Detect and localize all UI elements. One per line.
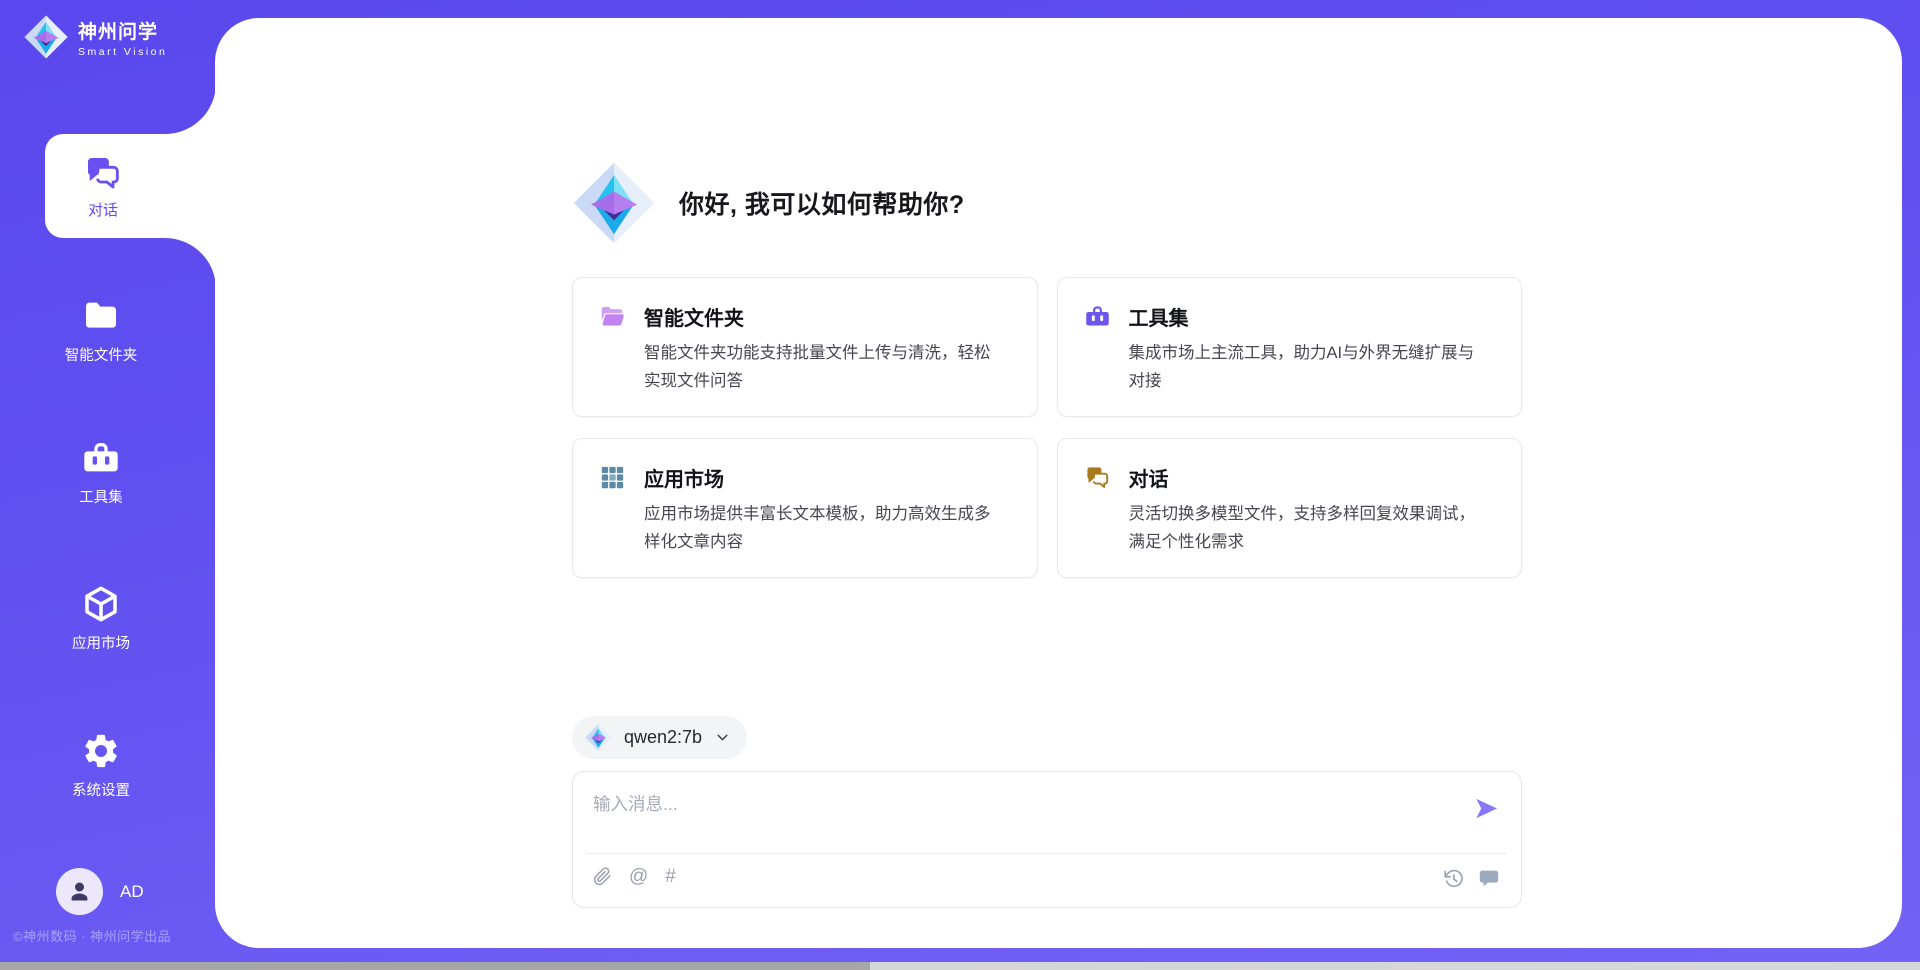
feature-cards: 智能文件夹 智能文件夹功能支持批量文件上传与清洗，轻松实现文件问答 工具集 集成…	[572, 277, 1522, 578]
card-smart-folder[interactable]: 智能文件夹 智能文件夹功能支持批量文件上传与清洗，轻松实现文件问答	[572, 277, 1038, 417]
message-input[interactable]	[593, 789, 1433, 819]
sidebar-item-label: 对话	[88, 199, 118, 220]
message-composer: @ #	[572, 771, 1522, 908]
folder-icon	[81, 296, 121, 336]
toolbox-icon	[81, 438, 121, 478]
avatar	[56, 868, 103, 915]
chevron-down-icon	[714, 729, 731, 746]
model-name: qwen2:7b	[624, 727, 702, 748]
chat-icon	[1084, 464, 1111, 491]
card-title: 智能文件夹	[644, 302, 744, 331]
card-title: 应用市场	[644, 463, 724, 492]
card-description: 智能文件夹功能支持批量文件上传与清洗，轻松实现文件问答	[644, 339, 1002, 396]
greeting-title: 你好, 我可以如何帮助你?	[679, 185, 965, 221]
card-description: 灵活切换多模型文件，支持多样回复效果调试，满足个性化需求	[1129, 500, 1487, 557]
sidebar-item-chat[interactable]: 对话	[45, 134, 161, 238]
composer-right-tools	[1443, 867, 1500, 889]
user-account[interactable]: AD	[56, 868, 144, 915]
app-grid-icon	[599, 464, 626, 491]
app-root: { "brand": { "name": "神州问学", "subtitle":…	[0, 0, 1920, 970]
greeting: 你好, 我可以如何帮助你?	[573, 162, 965, 244]
horizontal-scrollbar[interactable]	[0, 962, 1920, 970]
brand-logo-icon	[24, 15, 68, 59]
model-logo-icon	[585, 724, 612, 751]
toolbox-icon	[1084, 303, 1111, 330]
card-title: 对话	[1129, 463, 1169, 492]
gear-icon	[81, 731, 121, 771]
model-selector[interactable]: qwen2:7b	[572, 716, 747, 759]
card-description: 应用市场提供丰富长文本模板，助力高效生成多样化文章内容	[644, 500, 1002, 557]
copyright-text: ©神州数码 · 神州问学出品	[13, 926, 171, 945]
brand-name: 神州问学	[78, 17, 167, 44]
card-toolset[interactable]: 工具集 集成市场上主流工具，助力AI与外界无缝扩展与对接	[1057, 277, 1523, 417]
send-icon[interactable]	[1473, 795, 1500, 822]
card-description: 集成市场上主流工具，助力AI与外界无缝扩展与对接	[1129, 339, 1487, 396]
message-icon[interactable]	[1478, 867, 1500, 889]
hashtag-icon[interactable]: #	[665, 867, 676, 886]
card-title: 工具集	[1129, 302, 1189, 331]
card-chat[interactable]: 对话 灵活切换多模型文件，支持多样回复效果调试，满足个性化需求	[1057, 438, 1523, 578]
assistant-logo-icon	[573, 162, 655, 244]
sidebar-item-smart-folder[interactable]: 智能文件夹	[37, 296, 165, 365]
folder-open-icon	[599, 303, 626, 330]
attachment-icon[interactable]	[593, 867, 612, 886]
sidebar-item-label: 智能文件夹	[65, 344, 138, 365]
history-icon[interactable]	[1443, 868, 1464, 889]
brand: 神州问学 Smart Vision	[24, 15, 167, 59]
composer-tools: @ #	[593, 867, 676, 886]
user-initials: AD	[120, 882, 144, 902]
sidebar-item-app-market[interactable]: 应用市场	[37, 584, 165, 653]
scrollbar-thumb[interactable]	[0, 962, 870, 970]
sidebar-item-settings[interactable]: 系统设置	[37, 731, 165, 800]
brand-subtitle: Smart Vision	[78, 46, 167, 58]
sidebar-item-toolset[interactable]: 工具集	[37, 438, 165, 507]
cube-icon	[81, 584, 121, 624]
person-icon	[66, 878, 93, 905]
sidebar-item-label: 工具集	[79, 486, 123, 507]
sidebar-item-label: 系统设置	[72, 779, 130, 800]
chat-icon	[83, 153, 123, 193]
mention-icon[interactable]: @	[629, 867, 648, 886]
composer-divider	[587, 853, 1507, 854]
card-app-market[interactable]: 应用市场 应用市场提供丰富长文本模板，助力高效生成多样化文章内容	[572, 438, 1038, 578]
sidebar-item-label: 应用市场	[72, 632, 130, 653]
